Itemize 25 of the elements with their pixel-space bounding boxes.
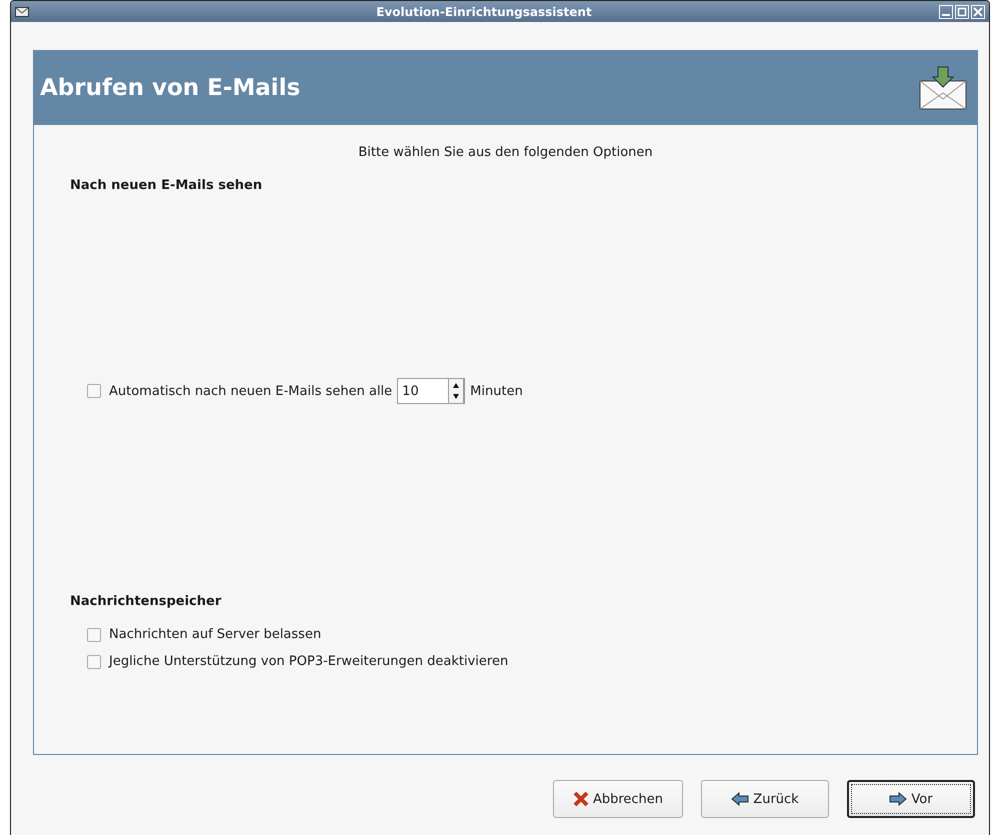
- maximize-icon[interactable]: [955, 4, 969, 18]
- envelope-download-icon: [918, 64, 968, 110]
- forward-button[interactable]: Vor: [847, 780, 975, 818]
- checkbox-label[interactable]: Jegliche Unterstützung von POP3-Erweiterungen deaktivieren: [109, 654, 508, 669]
- close-icon[interactable]: [971, 4, 985, 18]
- unit-label: Minuten: [470, 384, 523, 398]
- cancel-button[interactable]: Abbrechen: [553, 780, 683, 818]
- envelope-icon: [15, 6, 29, 16]
- checkbox[interactable]: [87, 654, 101, 668]
- back-button[interactable]: Zurück: [701, 780, 829, 818]
- minutes-spin-field[interactable]: 10: [397, 378, 466, 404]
- minimize-icon[interactable]: [939, 4, 953, 18]
- page-title: Abrufen von E-Mails: [40, 74, 300, 100]
- spin-arrows-icon[interactable]: [448, 378, 464, 404]
- window-title: Evolution-Einrichtungsassistent: [375, 4, 593, 18]
- checkbox-label[interactable]: Automatisch nach neuen E-Mails sehen alle: [109, 384, 392, 398]
- left-arrow-icon: [731, 792, 750, 806]
- checkbox[interactable]: [87, 628, 101, 642]
- checkbox[interactable]: [87, 384, 101, 398]
- checkbox-label[interactable]: Nachrichten auf Server belassen: [109, 627, 322, 642]
- section-heading: Nachrichtenspeicher: [70, 594, 222, 609]
- right-arrow-icon: [889, 792, 908, 806]
- close-icon: [572, 791, 589, 807]
- section-heading: Nach neuen E-Mails sehen: [70, 178, 264, 193]
- instruction-text: Bitte wählen Sie aus den folgenden Optionen: [357, 145, 654, 160]
